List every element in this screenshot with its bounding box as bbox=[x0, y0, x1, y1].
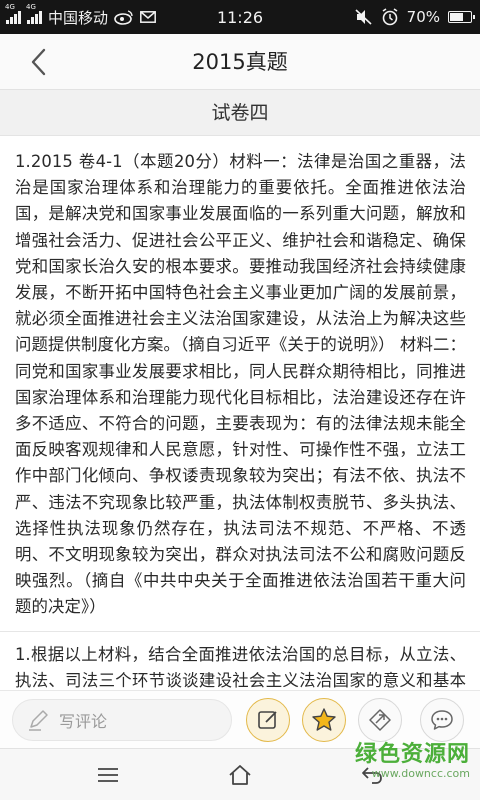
home-icon bbox=[229, 765, 251, 785]
sub-question-text: 1.根据以上材料，结合全面推进依法治国的总目标，从立法、执法、司法三个环节谈谈建… bbox=[15, 644, 466, 690]
alarm-icon bbox=[381, 8, 399, 26]
watermark-url: www.downcc.com bbox=[371, 767, 470, 780]
comment-placeholder: 写评论 bbox=[59, 712, 108, 731]
home-button[interactable] bbox=[220, 757, 260, 793]
share-icon bbox=[369, 709, 391, 731]
status-bar: 4G 4G 中国移动 11:26 70% bbox=[0, 0, 480, 34]
chat-icon bbox=[431, 710, 453, 730]
battery-fill bbox=[450, 13, 463, 21]
pencil-icon bbox=[29, 710, 48, 731]
favorite-button[interactable] bbox=[302, 698, 346, 742]
comments-button[interactable] bbox=[420, 698, 464, 742]
mute-icon bbox=[355, 9, 373, 25]
watermark: 绿色资源网 www.downcc.com bbox=[355, 742, 470, 780]
battery-percent: 70% bbox=[406, 8, 440, 26]
edit-note-button[interactable] bbox=[246, 698, 290, 742]
star-icon bbox=[312, 708, 336, 731]
status-bar-right: 70% bbox=[355, 0, 475, 34]
edit-note-icon bbox=[258, 711, 277, 729]
share-button[interactable] bbox=[358, 698, 402, 742]
question-text: 1.2015 卷4-1（本题20分）材料一：法律是治国之重器，法治是国家治理体系… bbox=[15, 152, 466, 617]
comment-input[interactable]: 写评论 bbox=[12, 699, 232, 741]
question-content[interactable]: 1.2015 卷4-1（本题20分）材料一：法律是治国之重器，法治是国家治理体系… bbox=[0, 136, 480, 690]
section-title: 试卷四 bbox=[0, 90, 480, 136]
watermark-title: 绿色资源网 bbox=[354, 742, 470, 767]
battery-icon bbox=[448, 11, 475, 23]
action-bar: 写评论 bbox=[0, 690, 480, 748]
page-title: 2015真题 bbox=[192, 50, 288, 74]
top-bar: 2015真题 bbox=[0, 34, 480, 90]
menu-button[interactable] bbox=[88, 757, 128, 793]
menu-icon bbox=[98, 768, 118, 782]
